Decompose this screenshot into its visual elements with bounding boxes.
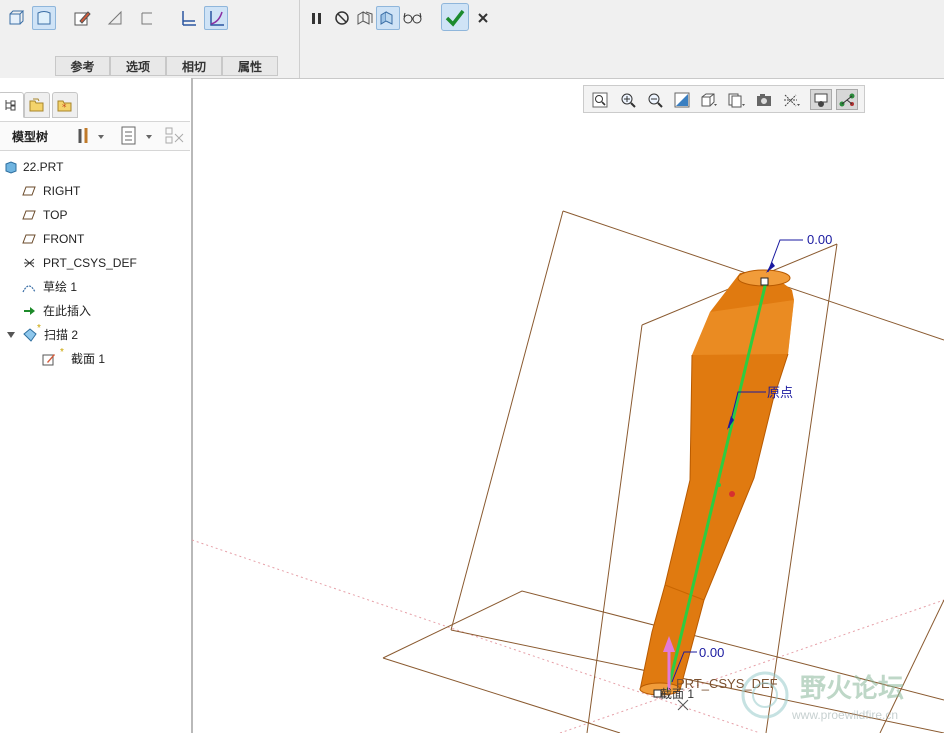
dimension-top-value[interactable]: 0.00: [807, 232, 832, 247]
watermark-text: 野火论坛: [800, 674, 904, 704]
thicken-icon[interactable]: [135, 6, 159, 30]
sweep-dashboard: 参考 选项 相切 属性: [0, 0, 944, 79]
csys-origin-marker: [729, 491, 735, 497]
sweep-icon: [23, 328, 37, 342]
repaint-icon[interactable]: [671, 89, 693, 110]
tab-options[interactable]: 选项: [110, 56, 166, 76]
refit-icon[interactable]: [589, 89, 611, 110]
surface-icon[interactable]: [32, 6, 56, 30]
section-label: 截面 1: [660, 687, 694, 701]
annotation-display-icon[interactable]: [836, 89, 858, 110]
solid-icon[interactable]: [4, 6, 28, 30]
expand-triangle-icon[interactable]: [6, 330, 16, 340]
sketch-curve-icon: [22, 285, 36, 293]
pause-icon[interactable]: [304, 6, 328, 30]
no-preview-icon[interactable]: [330, 6, 354, 30]
csys-x-icon: [677, 699, 689, 711]
watermark-url: www.proewildfire.cn: [791, 708, 898, 722]
preview-icon[interactable]: [376, 6, 400, 30]
variable-section-icon[interactable]: [204, 6, 228, 30]
svg-text:*: *: [62, 103, 67, 113]
verify-icon[interactable]: [353, 6, 377, 30]
ok-icon[interactable]: [441, 3, 469, 31]
origin-label[interactable]: 原点: [767, 385, 793, 400]
tab-properties[interactable]: 属性: [222, 56, 278, 76]
dimension-bottom-value[interactable]: 0.00: [699, 645, 724, 660]
navigator-tabs: *: [0, 90, 191, 120]
dashboard-separator: [299, 0, 300, 78]
insert-here-arrow-icon: [24, 307, 35, 315]
zoom-out-icon[interactable]: [644, 89, 666, 110]
datum-plane-icon: [22, 186, 36, 196]
display-style-icon[interactable]: [698, 89, 720, 110]
datum-display-icon[interactable]: [780, 89, 802, 110]
constant-section-icon[interactable]: [176, 6, 200, 30]
section-sketch-icon: [42, 354, 55, 366]
datum-plane-icon: [22, 210, 36, 220]
glasses-icon[interactable]: [401, 6, 425, 30]
tab-references[interactable]: 参考: [55, 56, 110, 76]
csys-icon: [24, 258, 35, 268]
graphics-toolbar: [583, 85, 865, 113]
csys-origin-marker: [717, 483, 721, 487]
part-icon: [5, 161, 17, 174]
model-tree-tab-icon[interactable]: [0, 92, 24, 118]
tree-settings-icon[interactable]: [76, 125, 106, 147]
new-feature-star-icon: *: [37, 323, 41, 334]
model-tree-title: 模型树: [12, 130, 49, 144]
view-manager-icon[interactable]: [753, 89, 775, 110]
cancel-icon[interactable]: [471, 6, 495, 30]
spin-center-icon[interactable]: [810, 89, 832, 110]
model-tree-toolbar: 模型树: [0, 121, 190, 151]
new-feature-star-icon: *: [60, 347, 64, 358]
favorites-tab-icon[interactable]: *: [52, 92, 78, 118]
datum-plane-icon: [22, 234, 36, 244]
show-filters-icon[interactable]: [120, 125, 154, 147]
tree-columns-icon[interactable]: [164, 125, 186, 147]
tab-tangency[interactable]: 相切: [166, 56, 222, 76]
folder-browser-tab-icon[interactable]: [24, 92, 50, 118]
end-point-handle[interactable]: [760, 277, 769, 286]
graphics-window[interactable]: 0.00 原点 0.00 PRT_CSYS_DEF 截面 1 野火论坛 www.…: [192, 114, 944, 733]
saved-views-icon[interactable]: [725, 89, 747, 110]
zoom-in-icon[interactable]: [617, 89, 639, 110]
remove-material-icon[interactable]: [103, 6, 127, 30]
sketch-icon[interactable]: [70, 6, 94, 30]
